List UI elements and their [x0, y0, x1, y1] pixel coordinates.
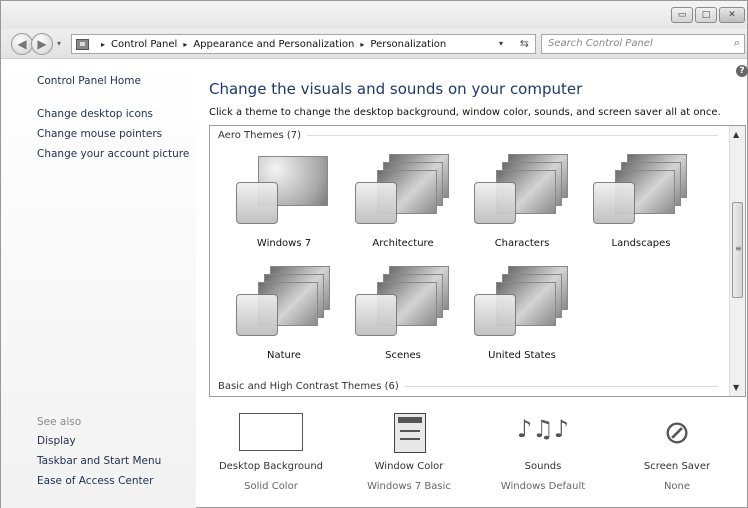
title-bar: ▭ □ ✕ [1, 1, 747, 29]
customization-title: Desktop Background [218, 461, 324, 472]
minimize-button[interactable]: ▭ [671, 7, 693, 23]
breadcrumb-control-panel[interactable]: Control Panel [111, 39, 177, 50]
refresh-icon[interactable]: ⇆ [520, 37, 529, 50]
window-controls: ▭ □ ✕ [671, 7, 745, 23]
close-button[interactable]: ✕ [719, 7, 745, 23]
theme-preview [236, 154, 330, 224]
theme-landscapes[interactable]: Landscapes [581, 154, 691, 274]
theme-nature[interactable]: Nature [224, 266, 334, 386]
task-pane: Control Panel Home Change desktop icons … [1, 60, 196, 508]
theme-name: Landscapes [611, 238, 671, 249]
theme-color-swatch [236, 294, 278, 336]
see-also-heading: See also [37, 416, 82, 428]
theme-scenes[interactable]: Scenes [343, 266, 453, 386]
group-divider [404, 386, 718, 387]
icon-line [400, 438, 420, 440]
customization-value: None [663, 481, 691, 492]
change-mouse-pointers-link[interactable]: Change mouse pointers [37, 128, 162, 140]
search-placeholder: Search Control Panel [548, 38, 653, 49]
grip-icon: ≡ [735, 244, 742, 253]
theme-united-states[interactable]: United States [462, 266, 572, 386]
basic-themes-label: Basic and High Contrast Themes (6) [218, 381, 399, 392]
help-icon[interactable]: ? [736, 65, 748, 77]
theme-color-swatch [593, 182, 635, 224]
screen-saver-icon: ⊘ [663, 413, 691, 451]
aero-themes-label: Aero Themes (7) [218, 130, 302, 141]
basic-themes-group-header[interactable]: Basic and High Contrast Themes (6) [218, 381, 718, 392]
theme-name: Characters [494, 238, 550, 249]
scroll-up-icon[interactable]: ▲ [733, 130, 739, 139]
page-subtitle: Click a theme to change the desktop back… [209, 107, 721, 118]
back-button[interactable]: ◀ [11, 33, 33, 55]
search-input[interactable]: Search Control Panel ⌕ [541, 34, 745, 54]
theme-name: United States [488, 350, 556, 361]
control-panel-home-link[interactable]: Control Panel Home [37, 75, 141, 87]
breadcrumb-personalization[interactable]: Personalization [370, 39, 446, 50]
customization-title: Window Color [374, 461, 444, 472]
change-account-picture-link[interactable]: Change your account picture [37, 148, 189, 160]
theme-architecture[interactable]: Architecture [343, 154, 453, 274]
maximize-button[interactable]: □ [695, 7, 717, 23]
theme-name: Architecture [372, 238, 434, 249]
window-color-icon [394, 413, 426, 453]
scroll-down-icon[interactable]: ▼ [733, 383, 739, 392]
navigation-bar: ◀ ▶ ▾ ▸ Control Panel ▸ Appearance and P… [1, 29, 747, 59]
customization-title: Sounds [524, 461, 562, 472]
theme-list-scrollbar[interactable]: ▲ ≡ ▼ [729, 126, 745, 396]
theme-color-swatch [236, 182, 278, 224]
customization-title: Screen Saver [643, 461, 711, 472]
group-divider [307, 135, 718, 136]
search-icon[interactable]: ⌕ [734, 36, 740, 50]
theme-list[interactable]: Aero Themes (7) Windows 7 Architecture C… [209, 125, 746, 397]
control-panel-icon [76, 38, 89, 50]
theme-preview [593, 154, 687, 224]
theme-color-swatch [474, 294, 516, 336]
theme-name: Nature [267, 350, 301, 361]
recent-pages-dropdown[interactable]: ▾ [57, 39, 61, 48]
breadcrumb-separator[interactable]: ▸ [101, 40, 105, 49]
theme-characters[interactable]: Characters [462, 154, 572, 274]
theme-preview [236, 266, 330, 336]
change-desktop-icons-link[interactable]: Change desktop icons [37, 108, 153, 120]
theme-preview [355, 266, 449, 336]
forward-button[interactable]: ▶ [31, 33, 53, 55]
address-bar[interactable]: ▸ Control Panel ▸ Appearance and Persona… [71, 34, 536, 54]
theme-preview [355, 154, 449, 224]
scrollbar-thumb[interactable]: ≡ [732, 202, 743, 298]
breadcrumb-appearance[interactable]: Appearance and Personalization [193, 39, 354, 50]
theme-name: Windows 7 [256, 238, 312, 249]
breadcrumb-separator[interactable]: ▸ [183, 40, 187, 49]
theme-color-swatch [355, 182, 397, 224]
icon-line [400, 430, 420, 432]
desktop-background-icon [239, 413, 303, 451]
address-dropdown-icon[interactable]: ▾ [499, 39, 503, 48]
breadcrumb-separator[interactable]: ▸ [360, 40, 364, 49]
sounds-icon: ♪♫♪ [516, 415, 570, 443]
theme-preview [474, 154, 568, 224]
theme-preview [474, 266, 568, 336]
theme-name: Scenes [385, 350, 421, 361]
window-frame: ▭ □ ✕ ◀ ▶ ▾ ▸ Control Panel ▸ Appearance… [0, 0, 748, 508]
theme-windows-7[interactable]: Windows 7 [224, 154, 334, 274]
theme-color-swatch [355, 294, 397, 336]
display-link[interactable]: Display [37, 435, 76, 447]
customization-value: Windows 7 Basic [367, 481, 451, 492]
taskbar-start-menu-link[interactable]: Taskbar and Start Menu [37, 455, 161, 467]
theme-color-swatch [474, 182, 516, 224]
customization-value: Solid Color [244, 481, 298, 492]
aero-themes-group-header: Aero Themes (7) [218, 130, 718, 141]
page-title: Change the visuals and sounds on your co… [209, 80, 583, 98]
ease-of-access-link[interactable]: Ease of Access Center [37, 475, 153, 487]
customization-value: Windows Default [500, 481, 586, 492]
